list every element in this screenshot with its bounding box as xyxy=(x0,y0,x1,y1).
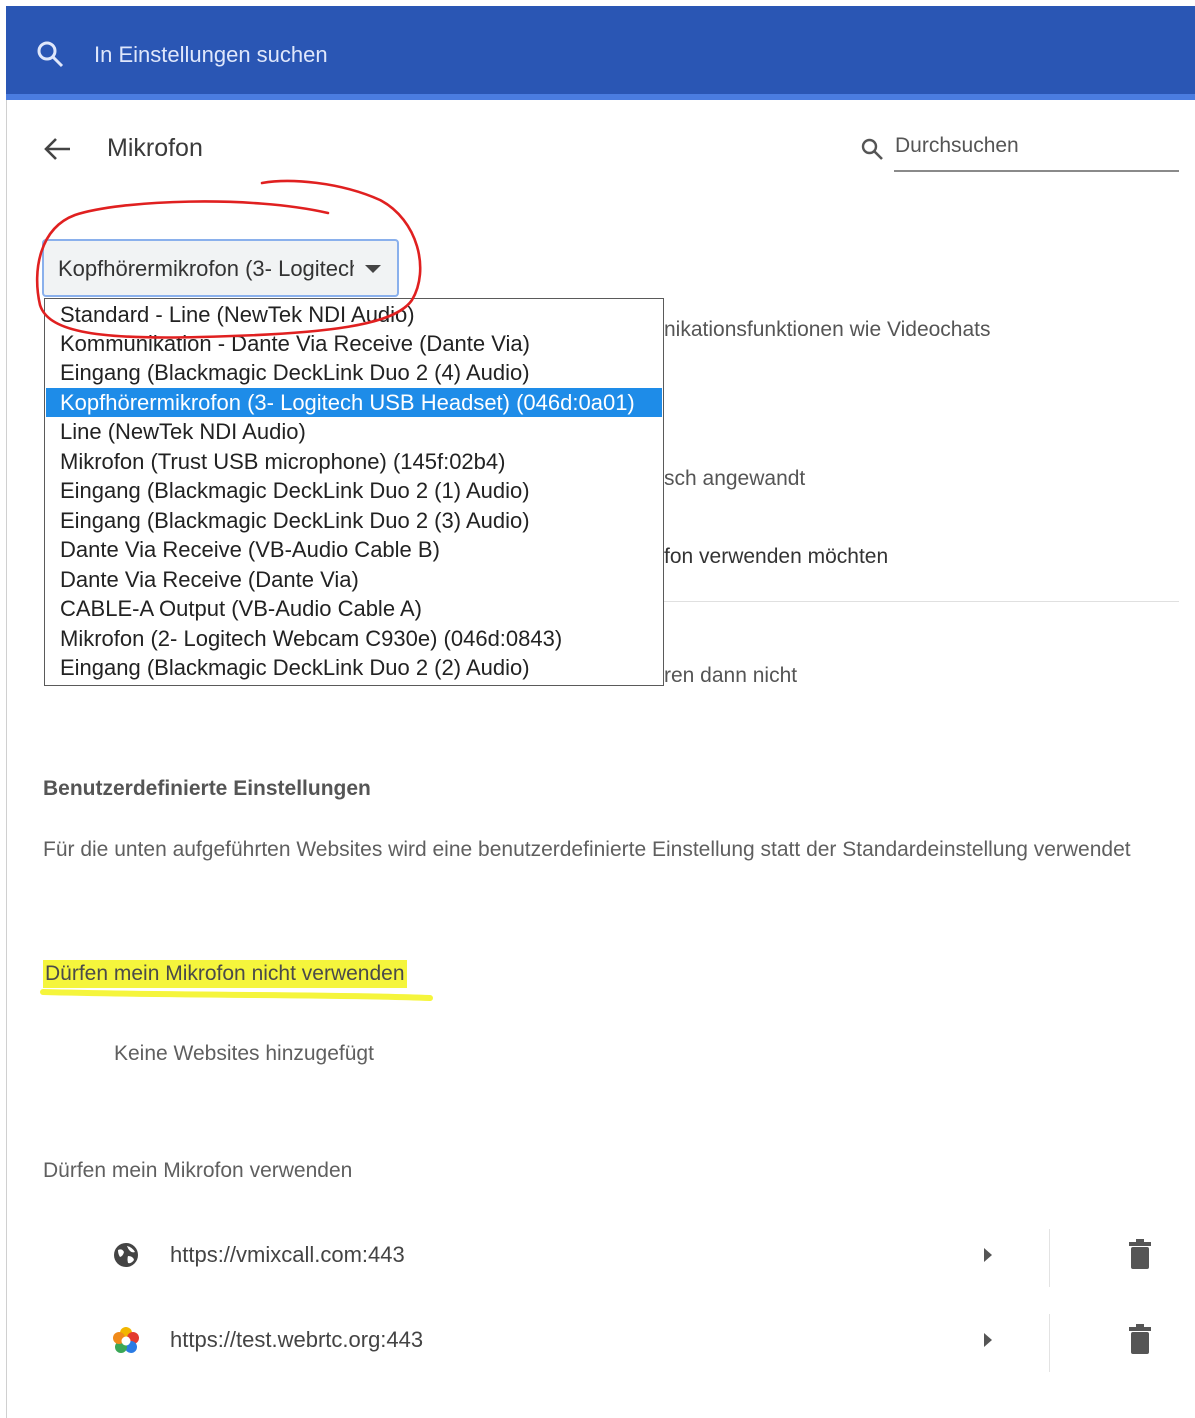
device-option[interactable]: Kommunikation - Dante Via Receive (Dante… xyxy=(46,329,662,358)
globe-icon xyxy=(114,1243,138,1267)
chevron-right-icon[interactable] xyxy=(984,1333,992,1347)
trash-icon[interactable] xyxy=(1128,1239,1152,1269)
device-option[interactable]: Line (NewTek NDI Audio) xyxy=(46,417,662,446)
obscured-description: ren dann nicht xyxy=(664,664,798,687)
separator xyxy=(1049,1314,1050,1372)
device-option[interactable]: Eingang (Blackmagic DeckLink Duo 2 (4) A… xyxy=(46,358,662,387)
annotation-overlay xyxy=(35,179,433,1001)
site-url[interactable]: https://vmixcall.com:443 xyxy=(170,1242,405,1268)
search-input-underline xyxy=(894,170,1179,172)
chevron-right-icon[interactable] xyxy=(984,1248,992,1262)
no-sites-note: Keine Websites hinzugefügt xyxy=(114,1042,374,1065)
selected-device-label: Kopfhörermikrofon (3- Logitech USB Heads… xyxy=(58,256,354,281)
dropdown-caret-icon xyxy=(365,265,381,273)
device-option[interactable]: Eingang (Blackmagic DeckLink Duo 2 (1) A… xyxy=(46,476,662,505)
custom-settings-heading: Benutzerdefinierte Einstellungen xyxy=(43,777,371,800)
back-arrow-icon[interactable] xyxy=(42,134,72,164)
device-option[interactable]: Eingang (Blackmagic DeckLink Duo 2 (2) A… xyxy=(46,653,662,682)
trash-icon[interactable] xyxy=(1128,1324,1152,1354)
microphone-device-select[interactable]: Kopfhörermikrofon (3- Logitech USB Heads… xyxy=(42,239,399,297)
site-row[interactable]: https://vmixcall.com:443 xyxy=(100,1215,1180,1295)
settings-search-input[interactable]: In Einstellungen suchen xyxy=(94,42,328,68)
device-option[interactable]: Mikrofon (2- Logitech Webcam C930e) (046… xyxy=(46,624,662,653)
search-icon[interactable] xyxy=(36,40,64,68)
device-option[interactable]: Eingang (Blackmagic DeckLink Duo 2 (3) A… xyxy=(46,506,662,535)
device-option[interactable]: Dante Via Receive (VB-Audio Cable B) xyxy=(46,535,662,564)
obscured-description: sch angewandt xyxy=(664,467,806,490)
search-icon xyxy=(861,138,883,160)
obscured-description: nikationsfunktionen wie Videochats xyxy=(664,318,991,341)
divider xyxy=(664,601,1179,602)
device-dropdown-list[interactable]: Standard - Line (NewTek NDI Audio) Kommu… xyxy=(44,298,664,686)
device-option[interactable]: Mikrofon (Trust USB microphone) (145f:02… xyxy=(46,447,662,476)
page-edge xyxy=(6,100,7,1418)
device-option[interactable]: CABLE-A Output (VB-Audio Cable A) xyxy=(46,594,662,623)
settings-top-bar: In Einstellungen suchen xyxy=(6,6,1195,100)
device-option[interactable]: Dante Via Receive (Dante Via) xyxy=(46,565,662,594)
site-url[interactable]: https://test.webrtc.org:443 xyxy=(170,1327,423,1353)
separator xyxy=(1049,1229,1050,1287)
device-option[interactable]: Standard - Line (NewTek NDI Audio) xyxy=(46,300,662,329)
blocked-sites-heading: Dürfen mein Mikrofon nicht verwenden xyxy=(43,960,407,988)
obscured-toggle-label: fon verwenden möchten xyxy=(664,545,889,568)
device-option-selected[interactable]: Kopfhörermikrofon (3- Logitech USB Heads… xyxy=(46,388,662,417)
site-search-input[interactable]: Durchsuchen xyxy=(895,134,1019,158)
webrtc-logo-icon xyxy=(113,1327,139,1353)
site-row[interactable]: https://test.webrtc.org:443 xyxy=(100,1300,1180,1380)
yellow-underline-annotation xyxy=(40,989,433,1001)
page-title: Mikrofon xyxy=(107,134,203,162)
custom-settings-description: Für die unten aufgeführten Websites wird… xyxy=(43,838,1131,861)
allowed-sites-heading: Dürfen mein Mikrofon verwenden xyxy=(43,1159,353,1182)
